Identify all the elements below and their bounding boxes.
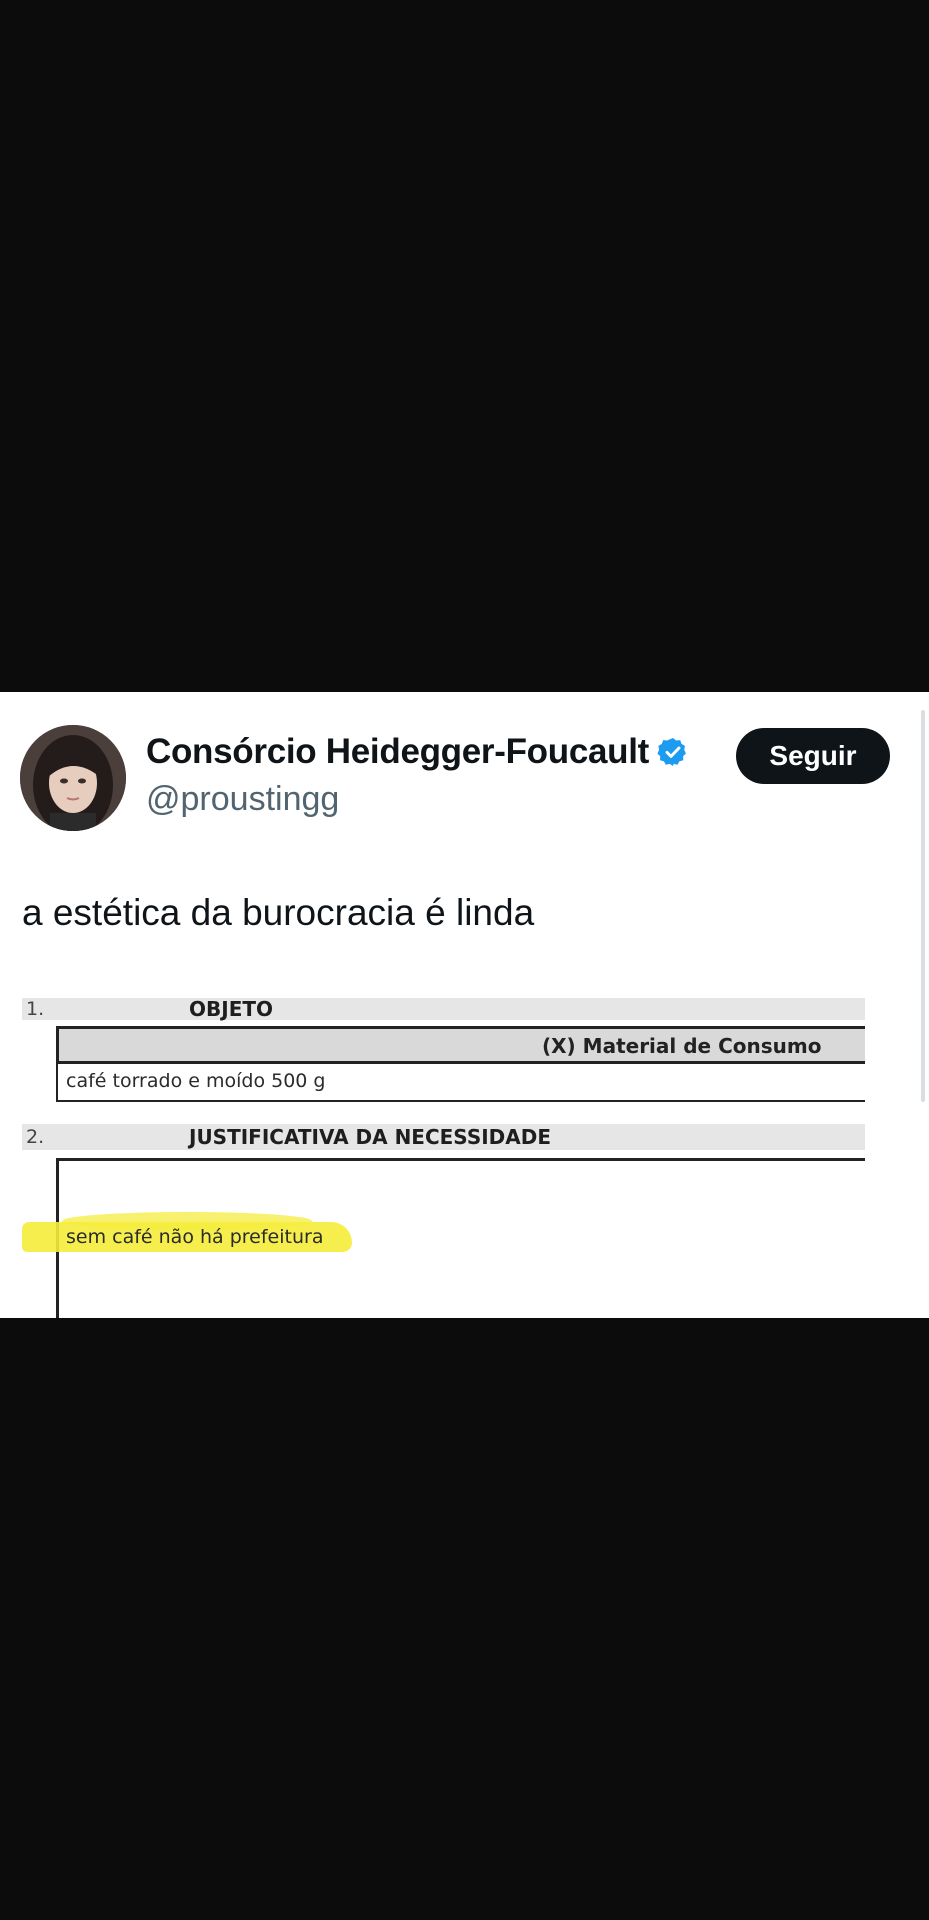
verified-badge-icon [657,738,686,766]
section-title: OBJETO [189,997,273,1021]
display-name[interactable]: Consórcio Heidegger-Foucault [146,732,649,772]
avatar-photo [20,725,126,831]
tweet-card: Consórcio Heidegger-Foucault @proustingg… [0,692,929,1318]
section-number: 2. [26,1126,45,1148]
user-handle[interactable]: @proustingg [146,780,339,819]
follow-button[interactable]: Seguir [736,728,890,784]
section-bar [22,998,865,1020]
scroll-indicator [921,710,925,1102]
tweet-media-image[interactable]: 1. OBJETO (X) Material de Consumo café t… [22,990,865,1318]
justification-text: sem café não há prefeitura [66,1226,324,1248]
name-row: Consórcio Heidegger-Foucault [146,732,689,772]
black-background-bottom [0,1318,929,1920]
material-label: (X) Material de Consumo [542,1034,822,1058]
avatar[interactable] [20,725,126,831]
section-number: 1. [26,998,45,1020]
section-title: JUSTIFICATIVA DA NECESSIDADE [189,1125,552,1149]
tweet-text: a estética da burocracia é linda [22,892,535,933]
item-text: café torrado e moído 500 g [66,1070,326,1092]
black-background-top [0,0,929,692]
